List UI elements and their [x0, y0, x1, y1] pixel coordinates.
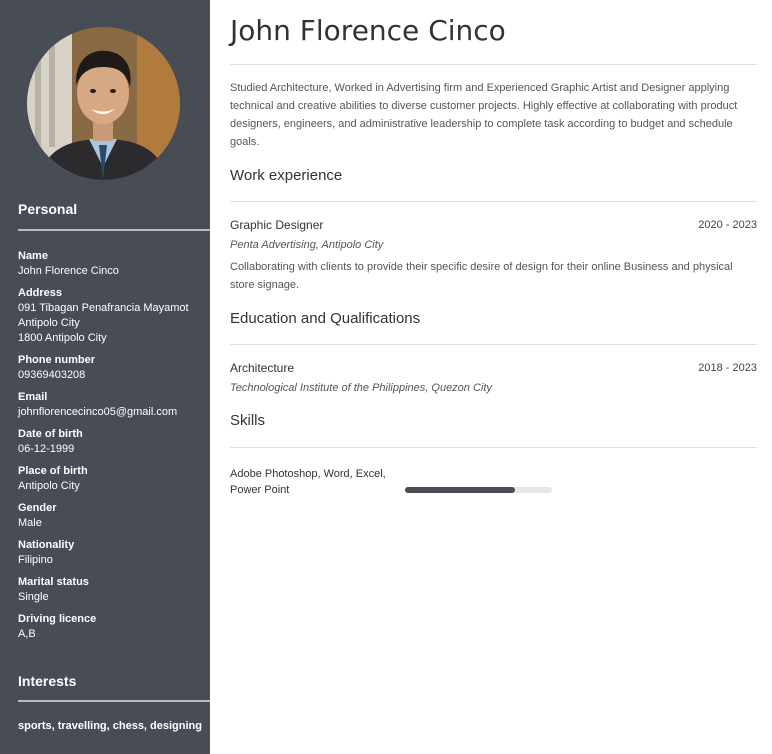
sidebar: Personal Name John Florence Cinco Address 0… — [0, 0, 210, 754]
page-title: John Florence Cinco — [230, 14, 506, 47]
personal-divider — [18, 229, 210, 231]
personal-field-label: Gender — [18, 502, 57, 514]
personal-field-label: Email — [18, 391, 48, 403]
personal-field-label: Date of birth — [18, 428, 83, 440]
personal-field-value: 091 Tibagan Penafrancia Mayamot Antipolo… — [18, 302, 189, 344]
personal-field-value: John Florence Cinco — [18, 265, 119, 277]
personal-field-label: Nationality — [18, 539, 75, 551]
skill-level-fill — [405, 487, 516, 493]
personal-field: Date of birth 06-12-1999 — [18, 427, 208, 457]
personal-field-value: Filipino — [18, 554, 53, 566]
personal-field-label: Place of birth — [18, 465, 88, 477]
person-photo-icon — [27, 27, 180, 180]
personal-field-label: Driving licence — [18, 613, 97, 625]
personal-details: Name John Florence Cinco Address 091 Tibaga… — [18, 249, 208, 649]
personal-field: Marital status Single — [18, 575, 208, 605]
personal-field-label: Marital status — [18, 576, 89, 588]
skills-divider — [230, 447, 757, 448]
personal-field-label: Phone number — [18, 354, 96, 366]
title-divider — [230, 64, 757, 65]
personal-field: Phone number 09369403208 — [18, 353, 208, 383]
personal-field-value: Male — [18, 517, 42, 529]
personal-field-label: Address — [18, 287, 63, 299]
interests-divider — [18, 700, 210, 702]
personal-field: Email johnflorencecinco05@gmail.com — [18, 390, 208, 420]
work-entry-description: Collaborating with clients to provide th… — [230, 261, 733, 291]
personal-field: Nationality Filipino — [18, 538, 208, 568]
personal-field: Address 091 Tibagan Penafrancia Mayamot A… — [18, 286, 208, 346]
work-heading: Work experience — [230, 167, 343, 184]
work-entry-dates: 2020 - 2023 — [698, 219, 757, 231]
personal-field: Gender Male — [18, 501, 208, 531]
education-entry-title: Architecture — [230, 361, 295, 375]
personal-field: Place of birth Antipolo City — [18, 464, 208, 494]
personal-field-label: Name — [18, 250, 48, 262]
work-entry-title: Graphic Designer — [230, 218, 324, 232]
work-divider — [230, 201, 757, 202]
skills-heading: Skills — [230, 412, 266, 429]
interests-heading: Interests — [18, 673, 77, 689]
personal-field: Driving licence A,B — [18, 612, 208, 642]
personal-field-value: 06-12-1999 — [18, 443, 75, 455]
education-heading: Education and Qualifications — [230, 310, 421, 327]
work-entry-place: Penta Advertising, Antipolo City — [230, 239, 384, 251]
profile-summary: Studied Architecture, Worked in Advertis… — [230, 82, 738, 148]
education-entry-dates: 2018 - 2023 — [698, 362, 757, 374]
personal-field-value: johnflorencecinco05@gmail.com — [18, 406, 178, 418]
personal-field: Name John Florence Cinco — [18, 249, 208, 279]
personal-field-value: A,B — [18, 628, 36, 640]
interests-text: sports, travelling, chess, designing — [18, 720, 202, 732]
education-divider — [230, 344, 757, 345]
profile-photo — [27, 27, 180, 180]
skill-name: Adobe Photoshop, Word, Excel, Power Poin… — [230, 468, 386, 496]
personal-field-value: Single — [18, 591, 49, 603]
education-entry-place: Technological Institute of the Philippin… — [230, 382, 492, 394]
skill-level-bar — [405, 487, 552, 493]
personal-field-value: Antipolo City — [18, 480, 80, 492]
personal-field-value: 09369403208 — [18, 369, 86, 381]
personal-heading: Personal — [18, 201, 78, 217]
